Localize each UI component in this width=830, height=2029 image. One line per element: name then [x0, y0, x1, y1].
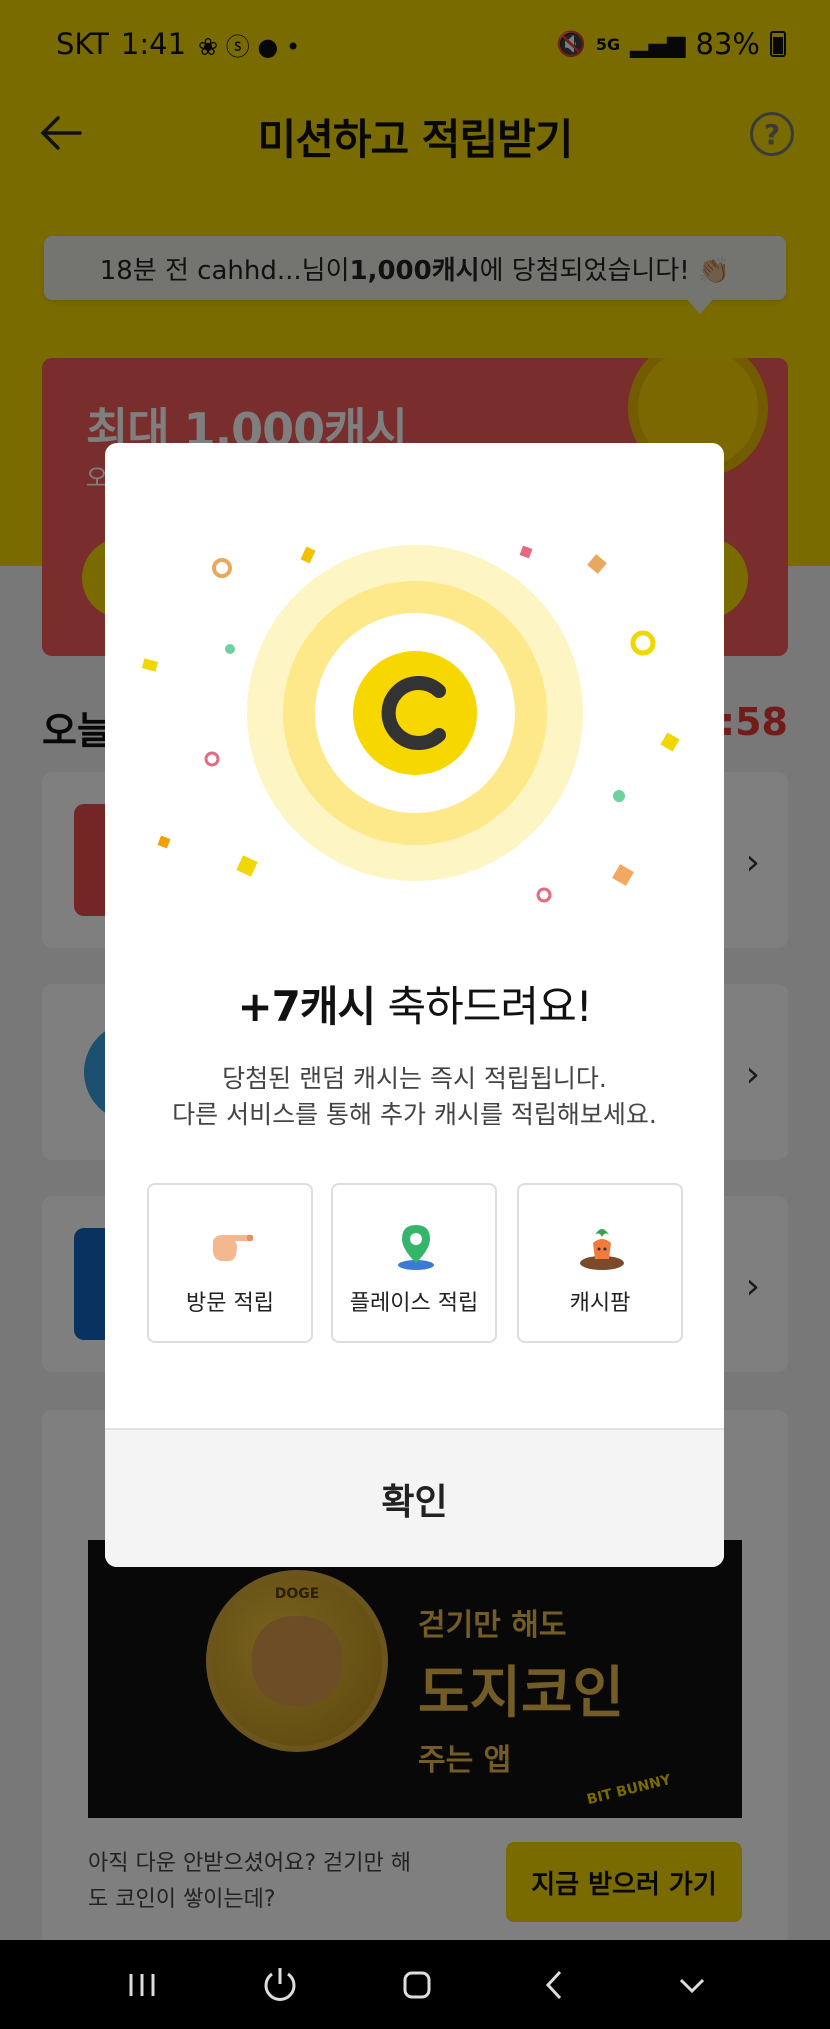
- visit-reward-option[interactable]: 방문 적립: [147, 1183, 313, 1343]
- modal-title: +7캐시 축하드려요!: [105, 973, 724, 1034]
- option-label: 캐시팜: [569, 1291, 631, 1316]
- power-icon[interactable]: [255, 1960, 305, 2010]
- back-icon[interactable]: [530, 1960, 580, 2010]
- reward-modal: +7캐시 축하드려요! 당첨된 랜덤 캐시는 즉시 적립됩니다. 다른 서비스를…: [105, 443, 724, 1567]
- chevron-down-icon[interactable]: [667, 1960, 717, 2010]
- modal-description: 당첨된 랜덤 캐시는 즉시 적립됩니다. 다른 서비스를 통해 추가 캐시를 적…: [105, 1061, 724, 1133]
- carrot-farm-icon: [580, 1229, 624, 1270]
- congrats-text: 축하드려요!: [375, 982, 593, 1031]
- confirm-button[interactable]: 확인: [105, 1428, 724, 1567]
- home-icon[interactable]: [392, 1960, 442, 2010]
- reward-amount: +7캐시: [237, 982, 376, 1031]
- system-navigation-bar: [0, 1940, 830, 2029]
- recent-apps-icon[interactable]: [117, 1960, 167, 2010]
- pointing-hand-icon: [213, 1235, 253, 1261]
- place-reward-option[interactable]: 플레이스 적립: [331, 1183, 497, 1343]
- desc-line2: 다른 서비스를 통해 추가 캐시를 적립해보세요.: [172, 1100, 657, 1129]
- option-label: 방문 적립: [186, 1291, 274, 1316]
- celebration-graphic: [141, 545, 680, 903]
- cashfarm-option[interactable]: 캐시팜: [517, 1183, 683, 1343]
- desc-line1: 당첨된 랜덤 캐시는 즉시 적립됩니다.: [222, 1064, 607, 1093]
- map-pin-icon: [398, 1225, 434, 1270]
- option-label: 플레이스 적립: [349, 1291, 479, 1316]
